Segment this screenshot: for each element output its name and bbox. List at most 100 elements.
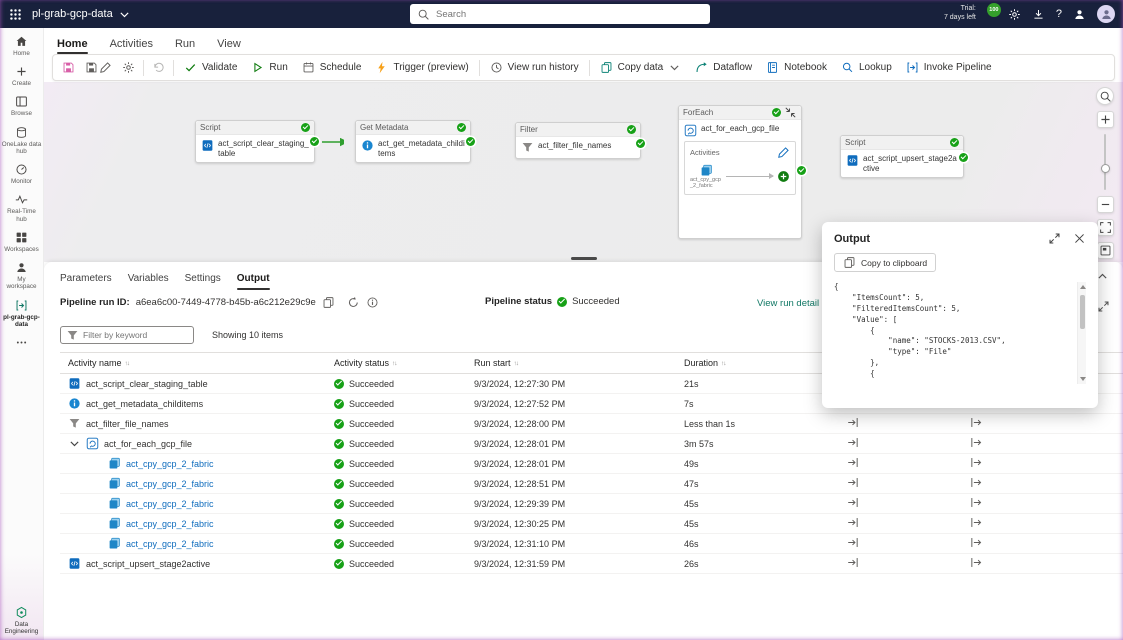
copy-data-button[interactable]: Copy data — [593, 57, 689, 78]
copy-to-clipboard-button[interactable]: Copy to clipboard — [834, 253, 936, 272]
zoom-slider[interactable] — [1104, 134, 1106, 190]
zoom-in-button[interactable] — [1097, 111, 1114, 128]
output-icon[interactable] — [969, 496, 982, 509]
copy-run-id-icon[interactable] — [322, 296, 335, 309]
scroll-up-arrow[interactable] — [1080, 285, 1086, 289]
input-icon[interactable] — [847, 516, 860, 529]
input-icon[interactable] — [847, 496, 860, 509]
tab-output[interactable]: Output — [237, 273, 270, 284]
output-port-success-icon[interactable] — [636, 139, 645, 148]
collapse-icon[interactable] — [784, 106, 797, 119]
sort-icon[interactable] — [721, 360, 726, 367]
dataflow-button[interactable]: Dataflow — [688, 57, 759, 78]
tab-activities[interactable]: Activities — [110, 38, 153, 50]
zoom-out-button[interactable] — [1097, 196, 1114, 213]
table-row[interactable]: act_cpy_gcp_2_fabric Succeeded 9/3/2024,… — [60, 474, 1123, 494]
add-activity-plus-icon[interactable] — [777, 170, 790, 183]
chevron-down-icon[interactable] — [68, 437, 81, 450]
tab-settings[interactable]: Settings — [185, 273, 221, 284]
output-icon[interactable] — [969, 476, 982, 489]
sidebar-more-button[interactable] — [0, 336, 44, 349]
output-icon[interactable] — [969, 456, 982, 469]
global-search-input[interactable] — [436, 9, 703, 20]
refresh-icon[interactable] — [347, 296, 360, 309]
sidebar-item-onelake[interactable]: OneLake data hub — [0, 126, 44, 155]
activity-name-link[interactable]: act_cpy_gcp_2_fabric — [126, 499, 214, 509]
output-icon[interactable] — [969, 556, 982, 569]
pipeline-node-script-2[interactable]: Script act_script_upsert_stage2active — [840, 135, 964, 178]
tab-view[interactable]: View — [217, 38, 241, 50]
output-icon[interactable] — [969, 536, 982, 549]
column-activity-status[interactable]: Activity status — [330, 358, 470, 368]
account-avatar[interactable] — [1097, 5, 1115, 23]
sidebar-item-browse[interactable]: Browse — [0, 95, 44, 117]
downloads-icon[interactable] — [1032, 8, 1045, 21]
undo-button[interactable] — [147, 57, 170, 78]
schedule-button[interactable]: Schedule — [295, 57, 369, 78]
output-port-success-icon[interactable] — [959, 153, 968, 162]
activity-name-link[interactable]: act_cpy_gcp_2_fabric — [126, 519, 214, 529]
sort-icon[interactable] — [514, 360, 519, 367]
info-icon[interactable] — [366, 296, 379, 309]
panel-resize-handle[interactable] — [571, 257, 597, 260]
sidebar-item-workspaces[interactable]: Workspaces — [0, 231, 44, 253]
view-run-history-button[interactable]: View run history — [483, 57, 586, 78]
window-title[interactable]: pl-grab-gcp-data — [32, 8, 131, 21]
scrollbar[interactable] — [1077, 282, 1086, 384]
output-json-viewer[interactable]: { "ItemsCount": 5, "FilteredItemsCount":… — [834, 282, 1086, 384]
sort-icon[interactable] — [392, 360, 397, 367]
close-icon[interactable] — [1073, 232, 1086, 245]
global-search[interactable] — [410, 4, 710, 24]
experience-switcher[interactable]: Data Engineering — [2, 606, 42, 635]
minimap-button[interactable] — [1097, 242, 1114, 259]
output-port-success-icon[interactable] — [310, 137, 319, 146]
zoom-slider-handle[interactable] — [1101, 164, 1110, 173]
settings-gear-icon[interactable] — [1008, 8, 1021, 21]
column-duration[interactable]: Duration — [680, 358, 843, 368]
input-icon[interactable] — [847, 556, 860, 569]
run-button[interactable]: Run — [244, 57, 294, 78]
notification-badge[interactable]: 100 — [987, 3, 1001, 17]
lookup-button[interactable]: Lookup — [834, 57, 899, 78]
input-icon[interactable] — [847, 436, 860, 449]
input-icon[interactable] — [847, 476, 860, 489]
tab-home[interactable]: Home — [57, 38, 88, 50]
table-row[interactable]: act_script_upsert_stage2active Succeeded… — [60, 554, 1123, 574]
save-button[interactable] — [57, 57, 80, 78]
inner-activity-copy[interactable]: act_cpy_gcp_2_fabric — [690, 164, 722, 190]
table-row[interactable]: act_for_each_gcp_file Succeeded 9/3/2024… — [60, 434, 1123, 454]
keyword-filter-input[interactable] — [83, 330, 188, 340]
zoom-search-button[interactable] — [1096, 87, 1114, 105]
sidebar-item-current-pipeline[interactable]: pl-grab-gcp-data — [0, 299, 44, 328]
table-row[interactable]: act_cpy_gcp_2_fabric Succeeded 9/3/2024,… — [60, 514, 1123, 534]
keyword-filter[interactable] — [60, 326, 194, 344]
table-row[interactable]: act_cpy_gcp_2_fabric Succeeded 9/3/2024,… — [60, 454, 1123, 474]
table-row[interactable]: act_cpy_gcp_2_fabric Succeeded 9/3/2024,… — [60, 494, 1123, 514]
input-icon[interactable] — [847, 416, 860, 429]
trial-status[interactable]: Trial: 7 days left — [944, 5, 976, 23]
app-launcher-waffle-icon[interactable] — [9, 8, 22, 21]
sidebar-item-create[interactable]: Create — [0, 65, 44, 87]
activity-name-link[interactable]: act_cpy_gcp_2_fabric — [126, 459, 214, 469]
validate-button[interactable]: Validate — [177, 57, 244, 78]
output-icon[interactable] — [969, 416, 982, 429]
output-port-success-icon[interactable] — [466, 137, 475, 146]
table-row[interactable]: act_cpy_gcp_2_fabric Succeeded 9/3/2024,… — [60, 534, 1123, 554]
feedback-person-icon[interactable] — [1073, 8, 1086, 21]
tab-variables[interactable]: Variables — [128, 273, 169, 284]
scrollbar-thumb[interactable] — [1080, 295, 1085, 329]
view-run-detail-link[interactable]: View run detail — [757, 298, 819, 309]
foreach-activities-container[interactable]: Activities act_cpy_gcp_2_fabric — [684, 141, 796, 195]
column-activity-name[interactable]: Activity name — [60, 358, 330, 368]
trigger-preview-button[interactable]: Trigger (preview) — [368, 57, 475, 78]
expand-dialog-icon[interactable] — [1048, 232, 1061, 245]
sort-icon[interactable] — [125, 360, 130, 367]
save-as-button[interactable] — [80, 57, 117, 78]
output-icon[interactable] — [969, 516, 982, 529]
tab-run[interactable]: Run — [175, 38, 195, 50]
pipeline-settings-button[interactable] — [117, 57, 140, 78]
table-row[interactable]: act_filter_file_names Succeeded 9/3/2024… — [60, 414, 1123, 434]
activity-name-link[interactable]: act_cpy_gcp_2_fabric — [126, 479, 214, 489]
input-icon[interactable] — [847, 456, 860, 469]
output-port-success-icon[interactable] — [797, 166, 806, 175]
